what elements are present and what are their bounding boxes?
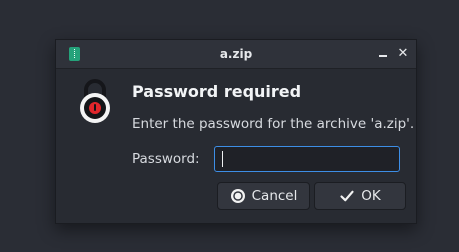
window-title: a.zip (219, 47, 253, 61)
cancel-icon (230, 188, 246, 204)
close-icon[interactable]: ✕ (396, 47, 410, 61)
checkmark-icon (339, 188, 355, 204)
ok-button[interactable]: OK (314, 182, 406, 210)
password-input[interactable] (214, 146, 400, 172)
minimize-icon[interactable] (376, 47, 390, 61)
password-dialog: a.zip ✕ Password required Enter the pass… (55, 39, 417, 224)
lock-icon (80, 79, 110, 123)
title-bar[interactable]: a.zip ✕ (56, 40, 416, 69)
cancel-button[interactable]: Cancel (217, 182, 310, 210)
dialog-message: Enter the password for the archive 'a.zi… (132, 116, 415, 132)
dialog-heading: Password required (132, 82, 302, 101)
ok-button-label: OK (361, 188, 381, 204)
password-label: Password: (132, 151, 200, 167)
text-caret (222, 151, 223, 167)
cancel-button-label: Cancel (251, 188, 298, 204)
